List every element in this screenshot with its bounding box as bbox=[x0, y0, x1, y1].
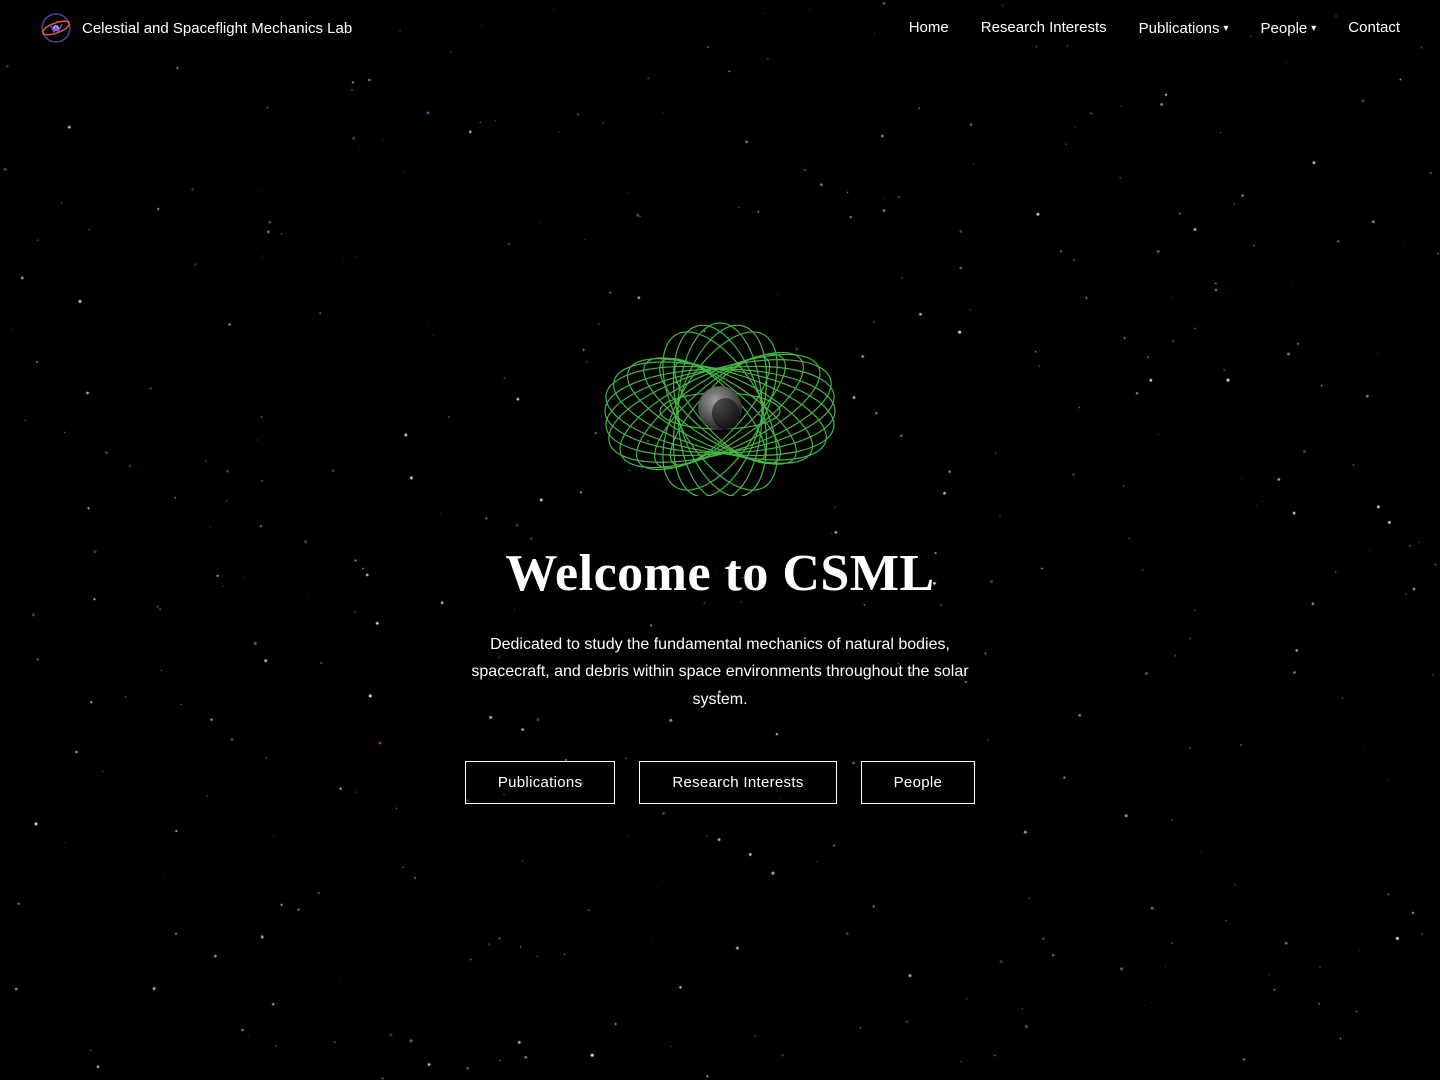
orbital-visualization bbox=[590, 296, 850, 496]
navbar: Celestial and Spaceflight Mechanics Lab … bbox=[0, 0, 1440, 56]
hero-section: Welcome to CSML Dedicated to study the f… bbox=[0, 0, 1440, 1080]
nav-brand[interactable]: Celestial and Spaceflight Mechanics Lab bbox=[40, 12, 352, 44]
orbital-svg bbox=[590, 296, 850, 496]
hero-subtitle: Dedicated to study the fundamental mecha… bbox=[470, 631, 970, 713]
nav-item-publications[interactable]: Publications ▾ bbox=[1139, 20, 1229, 37]
hero-title: Welcome to CSML bbox=[505, 544, 934, 603]
publications-chevron-icon: ▾ bbox=[1224, 23, 1229, 34]
people-chevron-icon: ▾ bbox=[1311, 23, 1316, 34]
nav-links: Home Research Interests Publications ▾ P… bbox=[909, 19, 1400, 37]
brand-name-text: Celestial and Spaceflight Mechanics Lab bbox=[82, 20, 352, 37]
research-interests-cta-button[interactable]: Research Interests bbox=[639, 761, 836, 804]
nav-link-home[interactable]: Home bbox=[909, 19, 949, 36]
nav-link-publications: Publications bbox=[1139, 20, 1220, 37]
brand-logo-icon bbox=[40, 12, 72, 44]
nav-item-home[interactable]: Home bbox=[909, 19, 949, 37]
cta-buttons: Publications Research Interests People bbox=[465, 761, 975, 804]
nav-item-contact[interactable]: Contact bbox=[1348, 19, 1400, 37]
nav-link-research-interests[interactable]: Research Interests bbox=[981, 19, 1107, 36]
nav-item-research-interests[interactable]: Research Interests bbox=[981, 19, 1107, 37]
people-cta-button[interactable]: People bbox=[861, 761, 976, 804]
nav-link-contact[interactable]: Contact bbox=[1348, 19, 1400, 36]
nav-link-people: People bbox=[1261, 20, 1308, 37]
nav-item-people[interactable]: People ▾ bbox=[1261, 20, 1317, 37]
publications-cta-button[interactable]: Publications bbox=[465, 761, 615, 804]
